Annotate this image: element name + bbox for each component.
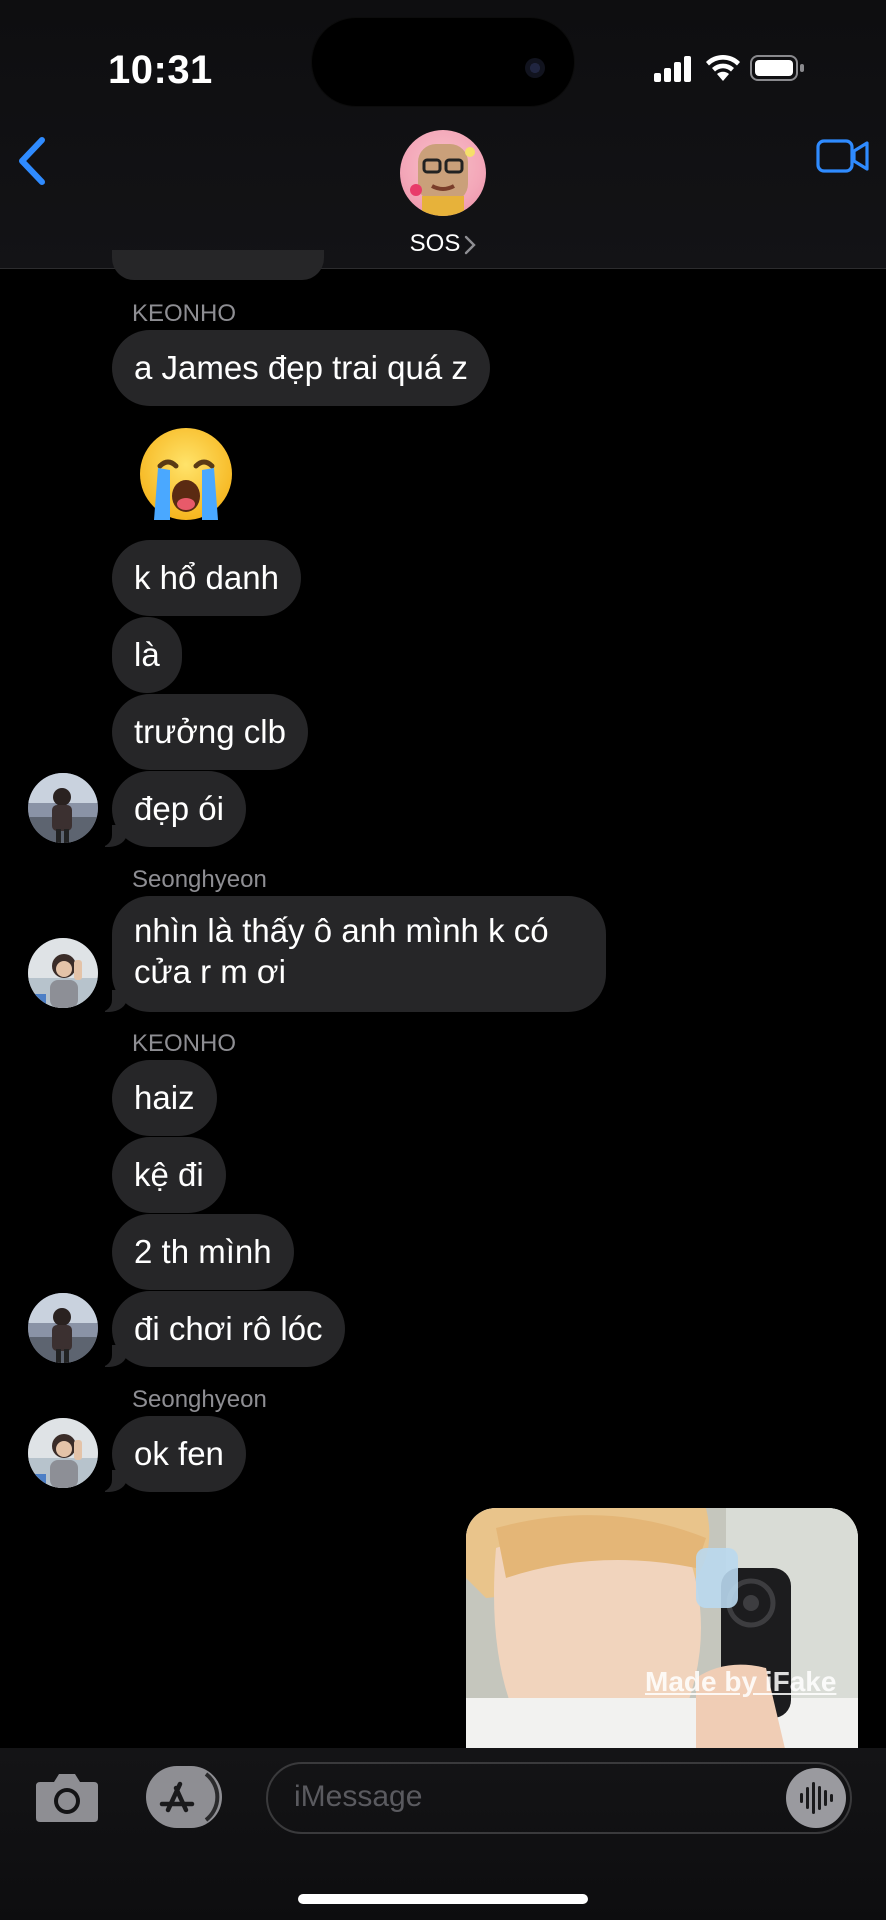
audio-message-button[interactable] <box>786 1768 846 1828</box>
sender-name: Seonghyeon <box>132 1386 267 1413</box>
sender-name: Seonghyeon <box>132 866 267 893</box>
group-photo <box>410 144 475 216</box>
avatar-keonho[interactable] <box>28 773 98 843</box>
cellular-signal-icon <box>654 56 691 82</box>
message-bubble[interactable]: đi chơi rô lóc <box>98 1291 345 1367</box>
wifi-icon <box>706 54 740 81</box>
video-call-icon[interactable] <box>816 138 870 174</box>
message-bubble[interactable]: là <box>112 617 182 693</box>
chevron-right-icon <box>465 235 477 254</box>
avatar-keonho[interactable] <box>28 1293 98 1363</box>
loudly-crying-face-icon[interactable] <box>136 424 236 524</box>
message-text-line: cửa r m ơi <box>134 953 286 990</box>
message-bubble[interactable]: ok fen <box>98 1416 246 1492</box>
group-avatar[interactable] <box>400 130 486 216</box>
waveform-icon <box>800 1782 833 1814</box>
avatar-photo <box>28 773 98 843</box>
avatar-seonghyeon[interactable] <box>28 1418 98 1488</box>
app-store-icon <box>148 1768 220 1826</box>
message-bubble[interactable]: 2 th mình <box>112 1214 294 1290</box>
photo-message[interactable] <box>466 1508 858 1753</box>
back-chevron-icon[interactable] <box>14 136 50 186</box>
watermark-text: Made by iFake <box>645 1666 837 1697</box>
photo-image <box>466 1508 858 1753</box>
message-bubble[interactable]: trưởng clb <box>112 694 308 770</box>
avatar-seonghyeon[interactable] <box>28 938 98 1008</box>
message-input-placeholder: iMessage <box>294 1780 423 1813</box>
status-time: 10:31 <box>108 48 213 92</box>
avatar-photo <box>28 1293 98 1363</box>
sender-name: KEONHO <box>132 1030 237 1057</box>
front-camera <box>525 58 545 78</box>
message-bubble[interactable]: k hổ danh <box>112 540 301 616</box>
home-indicator[interactable] <box>298 1894 588 1904</box>
avatar-photo <box>28 938 98 1008</box>
message-bubble[interactable]: nhìn là thấy ô anh mình k có cửa r m ơi <box>98 896 606 1012</box>
message-bubble-partial <box>112 250 324 280</box>
message-bubble[interactable]: haiz <box>112 1060 217 1136</box>
camera-icon[interactable] <box>34 1770 100 1824</box>
message-bubble[interactable]: a James đẹp trai quá z <box>112 330 490 406</box>
group-title-text: SOS <box>409 230 461 257</box>
message-bubble[interactable]: đẹp ói <box>98 771 246 847</box>
message-bubble[interactable]: kệ đi <box>112 1137 226 1213</box>
sender-name: KEONHO <box>132 300 237 327</box>
app-store-button[interactable] <box>146 1766 222 1828</box>
avatar-photo <box>28 1418 98 1488</box>
battery-icon <box>750 55 804 81</box>
message-text-line: nhìn là thấy ô anh mình k có <box>134 912 549 949</box>
